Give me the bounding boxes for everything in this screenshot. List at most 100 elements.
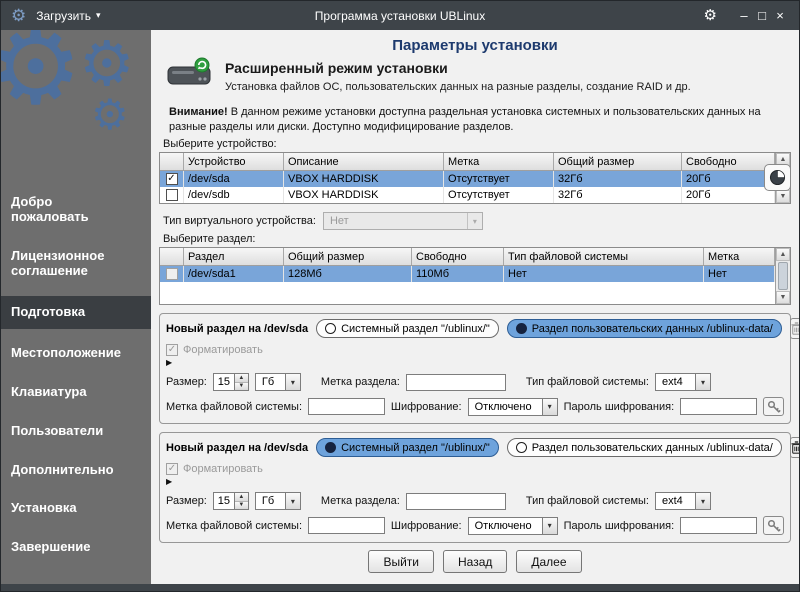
format-checkbox[interactable]: ✓ (166, 344, 178, 356)
spin-down-button[interactable]: ▼ (235, 382, 248, 391)
device-checkbox[interactable] (166, 189, 178, 201)
cell-label: Нет (704, 266, 775, 282)
header-checkbox-cell (160, 153, 184, 170)
key-button[interactable] (763, 397, 784, 416)
scroll-down-icon[interactable]: ▼ (776, 190, 790, 203)
format-checkbox[interactable]: ✓ (166, 463, 178, 475)
exit-button[interactable]: Выйти (368, 550, 434, 573)
fs-type-select[interactable]: ext4 ▾ (655, 492, 711, 510)
column-header-fs-type[interactable]: Тип файловой системы (504, 248, 704, 265)
column-header-label[interactable]: Метка (704, 248, 775, 265)
trash-icon (791, 441, 799, 454)
radio-label: Раздел пользовательских данных /ublinux-… (532, 323, 773, 335)
partition-label-input[interactable] (406, 493, 506, 510)
column-header-description[interactable]: Описание (284, 153, 444, 170)
sidebar-item-preparation[interactable]: Подготовка (1, 296, 151, 329)
size-input[interactable] (214, 493, 234, 509)
fs-label-label: Метка файловой системы: (166, 520, 302, 532)
window-bottom-frame (1, 584, 799, 591)
column-header-partition[interactable]: Раздел (184, 248, 284, 265)
size-input[interactable] (214, 374, 234, 390)
chevron-down-icon: ▾ (695, 493, 710, 509)
maximize-button[interactable]: □ (753, 9, 771, 22)
settings-gear-icon[interactable]: ⚙ (704, 8, 717, 23)
radio-user-data-partition[interactable]: Раздел пользовательских данных /ublinux-… (507, 319, 782, 338)
size-label: Размер: (166, 495, 207, 507)
radio-user-data-partition[interactable]: Раздел пользовательских данных /ublinux-… (507, 438, 782, 457)
password-label: Пароль шифрования: (564, 401, 675, 413)
sidebar-item-finish[interactable]: Завершение (1, 533, 151, 562)
column-header-label[interactable]: Метка (444, 153, 554, 170)
cell-label: Отсутствует (444, 171, 554, 187)
scrollbar-thumb[interactable] (778, 262, 788, 290)
cell-device: /dev/sdb (184, 187, 284, 203)
sidebar-item-users[interactable]: Пользователи (1, 417, 151, 446)
radio-system-partition[interactable]: Системный раздел "/ublinux/" (316, 319, 499, 338)
scroll-up-icon[interactable]: ▲ (776, 248, 790, 261)
key-button[interactable] (763, 516, 784, 535)
cell-free: 20Гб (682, 187, 775, 203)
pie-chart-icon (769, 169, 786, 186)
radio-label: Системный раздел "/ublinux/" (341, 442, 490, 454)
partition-label-label: Метка раздела: (321, 495, 400, 507)
page-title: Параметры установки (159, 37, 791, 54)
close-button[interactable]: × (771, 9, 789, 22)
encryption-password-input[interactable] (680, 398, 757, 415)
expander-icon[interactable]: ▶ (166, 359, 784, 367)
password-label: Пароль шифрования: (564, 520, 675, 532)
sidebar-item-welcome[interactable]: Добро пожаловать (1, 188, 151, 232)
delete-partition-button[interactable] (790, 437, 799, 458)
footer-buttons: Выйти Назад Далее (159, 550, 791, 573)
radio-icon (516, 442, 527, 453)
expander-icon[interactable]: ▶ (166, 478, 784, 486)
device-table-row[interactable]: /dev/sdb VBOX HARDDISK Отсутствует 32Гб … (160, 187, 775, 203)
delete-partition-button[interactable] (790, 318, 799, 339)
fs-type-select[interactable]: ext4 ▾ (655, 373, 711, 391)
scroll-down-icon[interactable]: ▼ (776, 291, 790, 304)
warning-bold: Внимание! (169, 106, 228, 118)
partition-checkbox[interactable] (166, 268, 178, 280)
sidebar-item-location[interactable]: Местоположение (1, 339, 151, 368)
size-spinner: ▲ ▼ (213, 373, 249, 391)
spin-up-button[interactable]: ▲ (235, 493, 248, 501)
format-label: Форматировать (183, 344, 263, 356)
fs-label-input[interactable] (308, 398, 385, 415)
size-unit-select[interactable]: Гб ▾ (255, 492, 301, 510)
spin-down-button[interactable]: ▼ (235, 501, 248, 510)
size-unit-select[interactable]: Гб ▾ (255, 373, 301, 391)
back-button[interactable]: Назад (443, 550, 507, 573)
column-header-device[interactable]: Устройство (184, 153, 284, 170)
check-icon: ✓ (167, 174, 175, 184)
partition-table-row[interactable]: /dev/sda1 128Мб 110Мб Нет Нет (160, 266, 775, 282)
sidebar-item-additional[interactable]: Дополнительно (1, 456, 151, 485)
sidebar-item-installation[interactable]: Установка (1, 494, 151, 523)
check-icon: ✓ (168, 464, 176, 474)
pie-chart-button[interactable] (764, 164, 791, 191)
chevron-down-icon: ▾ (695, 374, 710, 390)
spin-up-button[interactable]: ▲ (235, 374, 248, 382)
column-header-free[interactable]: Свободно (682, 153, 775, 170)
column-header-total-size[interactable]: Общий размер (554, 153, 682, 170)
row-checkbox-cell (160, 266, 184, 282)
fs-label-input[interactable] (308, 517, 385, 534)
sidebar-item-keyboard[interactable]: Клавиатура (1, 378, 151, 407)
sidebar-item-license[interactable]: Лицензионное соглашение (1, 242, 151, 286)
encryption-label: Шифрование: (391, 401, 462, 413)
load-menu-button[interactable]: Загрузить ▾ (36, 9, 100, 23)
radio-system-partition[interactable]: Системный раздел "/ublinux/" (316, 438, 499, 457)
column-header-total-size[interactable]: Общий размер (284, 248, 412, 265)
encryption-select[interactable]: Отключено ▾ (468, 398, 558, 416)
virtual-device-value: Нет (324, 215, 467, 227)
mode-subtitle: Установка файлов ОС, пользовательских да… (225, 81, 691, 93)
size-unit-value: Гб (256, 376, 285, 388)
encryption-select[interactable]: Отключено ▾ (468, 517, 558, 535)
encryption-password-input[interactable] (680, 517, 757, 534)
radio-label: Системный раздел "/ublinux/" (341, 323, 490, 335)
device-checkbox[interactable]: ✓ (166, 173, 178, 185)
minimize-button[interactable]: – (735, 9, 753, 22)
next-button[interactable]: Далее (516, 550, 581, 573)
partition-label-input[interactable] (406, 374, 506, 391)
panel-title: Новый раздел на /dev/sda (166, 323, 308, 335)
column-header-free[interactable]: Свободно (412, 248, 504, 265)
device-table-row[interactable]: ✓ /dev/sda VBOX HARDDISK Отсутствует 32Г… (160, 171, 775, 187)
